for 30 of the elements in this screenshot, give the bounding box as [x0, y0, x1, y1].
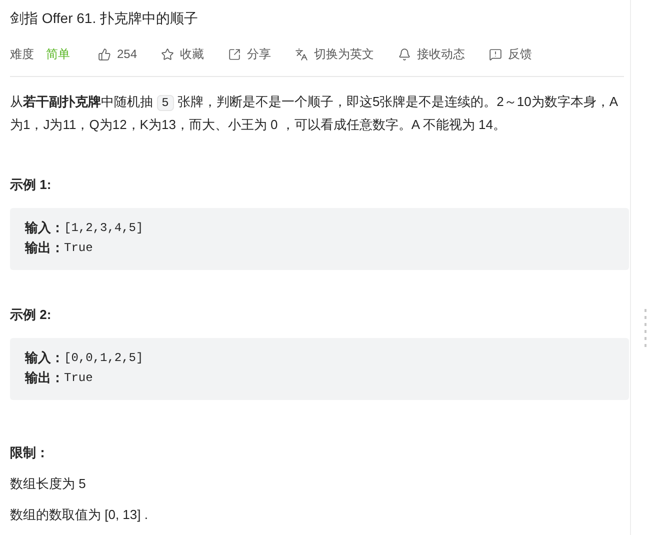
difficulty-tag: 简单: [46, 45, 70, 63]
example-heading: 示例 1:: [10, 176, 52, 194]
share-icon: [228, 48, 242, 60]
example-label: 输出：: [25, 369, 64, 387]
toolbar-action[interactable]: 分享: [228, 45, 272, 63]
example-value: [1,2,3,4,5]: [64, 220, 144, 237]
feedback-icon: [489, 48, 502, 60]
example-label: 输出：: [25, 239, 64, 257]
problem-description: 从若干副扑克牌中随机抽 5 张牌，判断是不是一个顺子，即这5张牌是不是连续的。2～10为数字本身，A为1，J为11，Q为12，K为13，而大、小王为 0 ，可以看成任意数字。A 不能视为 14。: [10, 93, 620, 134]
bell-icon: [398, 48, 412, 60]
example-value: [0,0,1,2,5]: [64, 350, 144, 367]
limit-text: 数组长度为 5: [10, 475, 86, 493]
translate-icon: [295, 48, 308, 60]
toolbar-action[interactable]: 反馈: [489, 45, 532, 63]
example-heading: 示例 2:: [10, 306, 52, 324]
toolbar-action[interactable]: 收藏: [161, 45, 204, 63]
limits-heading: 限制：: [10, 444, 49, 462]
drag-handle-icon[interactable]: [644, 308, 646, 350]
thumbs-up-icon: [98, 48, 111, 60]
example-label: 输入：: [25, 349, 64, 367]
example-value: True: [64, 370, 93, 387]
toolbar-action[interactable]: 254: [98, 45, 138, 63]
star-icon: [161, 48, 174, 60]
toolbar-action[interactable]: 切换为英文: [295, 45, 374, 63]
toolbar-action[interactable]: 接收动态: [398, 45, 466, 63]
limit-text: 数组的数取值为 [0, 13] .: [10, 506, 148, 524]
example-label: 输入：: [25, 219, 64, 237]
problem-title: 剑指 Offer 61. 扑克牌中的顺子: [10, 9, 199, 28]
difficulty-label: 难度: [10, 46, 34, 63]
example-value: True: [64, 240, 93, 257]
